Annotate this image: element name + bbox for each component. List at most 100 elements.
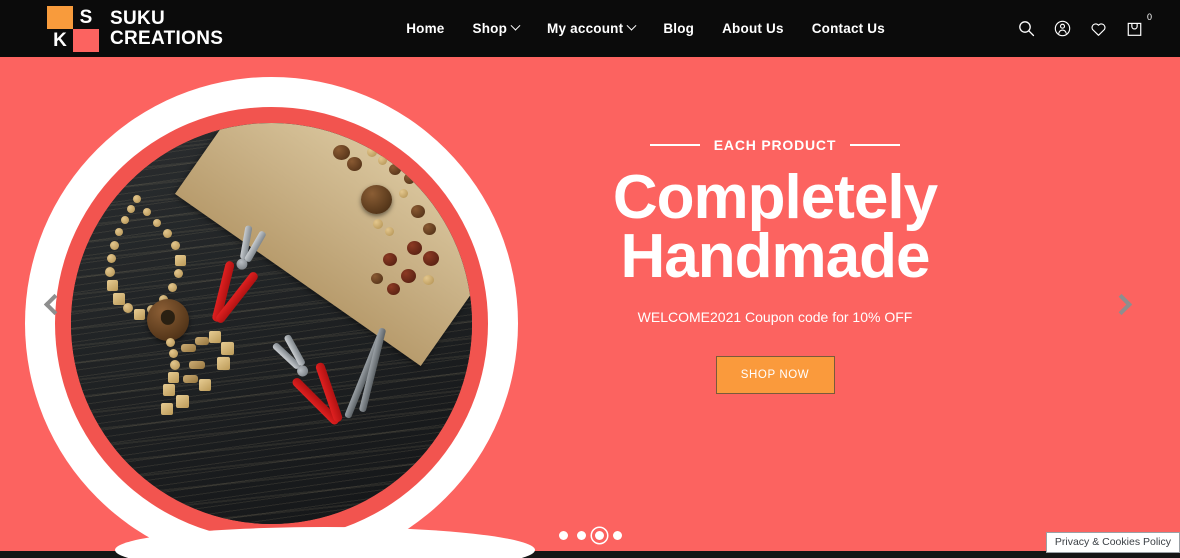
main-navigation: Home Shop My account Blog About Us Conta… [406,20,885,36]
bead [199,379,211,391]
round-wood-pendant [147,299,189,341]
pendant-hole [160,310,176,325]
logo-square-orange [47,5,73,29]
bead [195,337,209,345]
bead [423,223,436,235]
carousel-pagination [0,531,1180,540]
bead [163,229,172,238]
shop-now-button[interactable]: SHOP NOW [715,355,835,394]
logo-word-line2: CREATIONS [110,27,224,49]
nav-label-my-account: My account [547,21,624,36]
bead [383,253,397,266]
bead [385,227,394,236]
site-logo[interactable]: S K SUKU CREATIONS [47,5,224,52]
bead [407,241,422,255]
bead [153,219,161,227]
bead [217,357,230,370]
carousel-prev-button[interactable] [39,289,69,319]
bead [181,344,196,352]
logo-letter-s-cell: S [73,6,99,29]
logo-mark: S K [47,5,99,52]
bead [371,273,383,284]
bead [175,255,186,266]
bead [107,254,116,263]
nav-item-contact-us[interactable]: Contact Us [812,21,885,36]
hero-eyebrow-text: EACH PRODUCT [713,137,837,153]
carousel-dot-2[interactable] [576,531,586,540]
bead [183,375,198,383]
bead [134,309,145,320]
bead [373,219,383,229]
bead [169,349,178,358]
nav-label-blog: Blog [663,21,695,36]
bead [161,403,173,415]
bead [166,338,175,347]
hero-eyebrow: EACH PRODUCT [649,137,901,153]
nav-item-shop[interactable]: Shop [472,20,521,36]
nav-label-about-us: About Us [722,21,784,36]
bead [209,331,221,343]
carousel-dot-4[interactable] [612,531,622,540]
bead [411,205,425,218]
bead [401,269,416,283]
nav-item-home[interactable]: Home [406,21,444,36]
chevron-down-icon [626,20,637,31]
page-root: S K SUKU CREATIONS Home Shop My account … [0,0,1180,558]
bead [423,275,434,285]
bead [133,195,141,203]
bead [110,241,119,250]
bead [171,241,180,250]
bead [387,283,400,295]
carousel-dot-1[interactable] [558,531,568,540]
heart-pendant [361,185,392,214]
chevron-left-icon [43,293,65,315]
bead [168,283,177,292]
shop-now-label: SHOP NOW [740,368,810,381]
bead [423,251,439,266]
hero-text-block: EACH PRODUCT Completely Handmade WELCOME… [600,57,950,551]
logo-letter-s: S [79,6,93,28]
header-icon-group: 0 [1016,0,1152,57]
bead [121,216,129,224]
bead [404,173,415,184]
bead [333,145,350,160]
nav-label-home: Home [406,21,445,36]
bead [378,156,387,165]
bead [123,303,133,313]
bead [347,157,362,171]
bead [143,208,151,216]
nav-label-contact-us: Contact Us [811,21,885,36]
bead [176,395,189,408]
eyebrow-line-right [850,144,901,146]
nav-item-about-us[interactable]: About Us [722,21,784,36]
chevron-down-icon [510,20,521,31]
carousel-next-button[interactable] [1106,289,1136,319]
logo-square-coral [73,28,99,52]
cart-icon[interactable]: 0 [1124,12,1152,39]
nav-item-blog[interactable]: Blog [663,21,694,36]
search-icon[interactable] [1016,19,1036,39]
bead [127,205,135,213]
eyebrow-line-left [649,144,700,146]
hero-carousel: EACH PRODUCT Completely Handmade WELCOME… [0,57,1180,551]
bead [163,384,175,396]
chevron-right-icon [1110,293,1132,315]
bead [389,164,401,175]
handmade-jewelry-photo [71,123,472,524]
bead [399,189,408,198]
carousel-dot-3[interactable] [594,531,604,540]
privacy-cookies-policy-notice[interactable]: Privacy & Cookies Policy [1045,532,1180,553]
hero-product-image [25,77,518,551]
bead [168,372,179,383]
wishlist-heart-icon[interactable] [1088,19,1108,39]
nav-item-my-account[interactable]: My account [547,20,637,36]
hero-headline: Completely Handmade [613,167,938,288]
account-icon[interactable] [1052,19,1072,39]
nav-label-shop: Shop [472,21,508,36]
bead [367,147,377,157]
privacy-cookies-policy-label: Privacy & Cookies Policy [1054,536,1171,548]
logo-word-line1: SUKU [110,7,166,29]
logo-letter-k: K [53,29,67,51]
cart-count-badge: 0 [1146,11,1152,22]
bead [115,228,123,236]
